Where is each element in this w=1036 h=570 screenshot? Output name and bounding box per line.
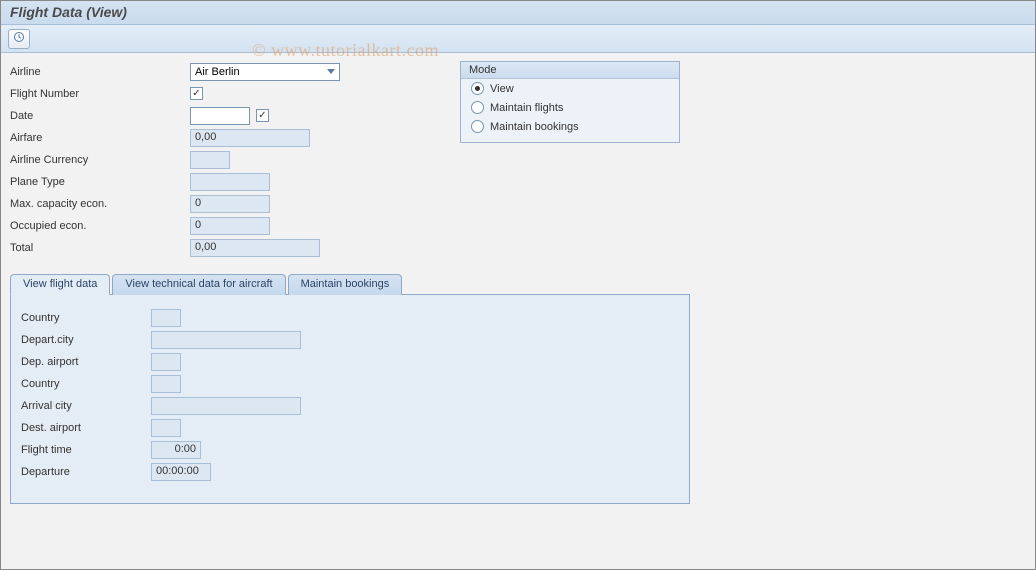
depart-city-field xyxy=(151,331,301,349)
depart-city-label: Depart.city xyxy=(21,334,151,346)
arrival-city-label: Arrival city xyxy=(21,400,151,412)
plane-type-label: Plane Type xyxy=(10,176,190,188)
max-capacity-label: Max. capacity econ. xyxy=(10,198,190,210)
mode-view-label: View xyxy=(490,83,514,95)
tab-body: Country Depart.city Dep. airport Country… xyxy=(10,294,690,504)
app-toolbar xyxy=(0,25,1036,53)
check-icon: ✓ xyxy=(192,89,200,99)
mode-maintain-flights-label: Maintain flights xyxy=(490,102,563,114)
country2-label: Country xyxy=(21,378,151,390)
occupied-field: 0 xyxy=(190,217,270,235)
country2-field xyxy=(151,375,181,393)
date-input[interactable] xyxy=(190,107,250,125)
mode-title: Mode xyxy=(461,62,679,79)
airline-currency-label: Airline Currency xyxy=(10,154,190,166)
mode-group: Mode View Maintain flights Maintain book… xyxy=(460,61,680,143)
radio-icon xyxy=(471,82,484,95)
airline-currency-field xyxy=(190,151,230,169)
title-bar: Flight Data (View) xyxy=(0,0,1036,25)
content-area: Airline Air Berlin Flight Number ✓ Date … xyxy=(0,53,1036,512)
airfare-field: 0,00 xyxy=(190,129,310,147)
dep-airport-field xyxy=(151,353,181,371)
dest-airport-label: Dest. airport xyxy=(21,422,151,434)
flight-number-checkbox[interactable]: ✓ xyxy=(190,87,203,100)
airline-value: Air Berlin xyxy=(195,66,240,78)
check-icon: ✓ xyxy=(258,111,266,121)
total-label: Total xyxy=(10,242,190,254)
dest-airport-field xyxy=(151,419,181,437)
date-label: Date xyxy=(10,110,190,122)
country1-field xyxy=(151,309,181,327)
execute-button[interactable] xyxy=(8,29,30,49)
total-field: 0,00 xyxy=(190,239,320,257)
dep-airport-label: Dep. airport xyxy=(21,356,151,368)
plane-type-field xyxy=(190,173,270,191)
tabstrip: View flight data View technical data for… xyxy=(10,273,690,504)
date-checkbox[interactable]: ✓ xyxy=(256,109,269,122)
clock-icon xyxy=(13,31,25,46)
mode-option-maintain-flights[interactable]: Maintain flights xyxy=(461,98,679,117)
tab-maintain-bookings[interactable]: Maintain bookings xyxy=(288,274,403,295)
mode-option-view[interactable]: View xyxy=(461,79,679,98)
airfare-label: Airfare xyxy=(10,132,190,144)
mode-maintain-bookings-label: Maintain bookings xyxy=(490,121,579,133)
tab-view-technical-data[interactable]: View technical data for aircraft xyxy=(112,274,285,295)
departure-field: 00:00:00 xyxy=(151,463,211,481)
page-title: Flight Data (View) xyxy=(10,4,127,20)
flight-time-field: 0:00 xyxy=(151,441,201,459)
radio-icon xyxy=(471,101,484,114)
arrival-city-field xyxy=(151,397,301,415)
flight-time-label: Flight time xyxy=(21,444,151,456)
radio-icon xyxy=(471,120,484,133)
chevron-down-icon xyxy=(327,69,335,74)
airline-dropdown[interactable]: Air Berlin xyxy=(190,63,340,81)
airline-label: Airline xyxy=(10,66,190,78)
max-capacity-field: 0 xyxy=(190,195,270,213)
occupied-label: Occupied econ. xyxy=(10,220,190,232)
flight-number-label: Flight Number xyxy=(10,88,190,100)
country1-label: Country xyxy=(21,312,151,324)
tab-view-flight-data[interactable]: View flight data xyxy=(10,274,110,295)
mode-option-maintain-bookings[interactable]: Maintain bookings xyxy=(461,117,679,136)
departure-label: Departure xyxy=(21,466,151,478)
